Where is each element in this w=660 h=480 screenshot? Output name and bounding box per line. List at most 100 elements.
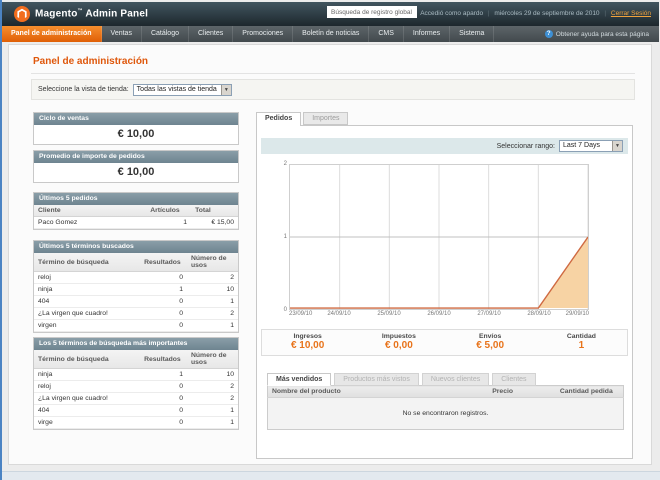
stat-label: Envíos xyxy=(478,333,502,340)
table-cell: ninja xyxy=(34,283,141,296)
table-cell: 1 xyxy=(140,283,187,296)
x-tick-label: 27/09/10 xyxy=(477,311,501,317)
table-row[interactable]: ¿La virgen que cuadro! 0 2 xyxy=(34,392,238,405)
table-cell: 0 xyxy=(140,404,187,417)
chevron-down-icon: ▼ xyxy=(220,84,231,95)
y-tick-label: 2 xyxy=(283,161,287,167)
table-row[interactable]: reloj 0 2 xyxy=(34,380,238,393)
column-header: Nombre del producto xyxy=(267,385,489,398)
table-cell: 1 xyxy=(186,295,238,308)
table-cell: 1 xyxy=(186,416,238,429)
table-cell: 0 xyxy=(140,271,187,284)
chevron-down-icon: ▼ xyxy=(612,141,622,151)
column-header: Cantidad pedida xyxy=(555,385,624,398)
last-orders-panel: Últimos 5 pedidos Cliente Artículos Total … xyxy=(33,192,239,230)
tab-nuevos-clientes[interactable]: Nuevos clientes xyxy=(421,373,490,386)
magento-admin-screen: Magento™ Admin Panel Accedió como apardo… xyxy=(0,0,660,480)
stat-impuestos: Impuestos € 0,00 xyxy=(353,330,444,355)
store-view-label: Seleccione la vista de tienda: xyxy=(38,86,129,93)
tab-productos-m-s-vistos[interactable]: Productos más vistos xyxy=(334,373,419,386)
x-tick-label: 25/09/10 xyxy=(377,311,401,317)
nav-item-sistema[interactable]: Sistema xyxy=(450,26,495,42)
nav-item-panel-de-administraci-n[interactable]: Panel de administración xyxy=(2,26,102,42)
column-header: Precio xyxy=(488,385,556,398)
table-cell: 0 xyxy=(140,319,187,332)
panel-title: Ciclo de ventas xyxy=(34,113,238,125)
help-link[interactable]: ? Obtener ayuda para esta página xyxy=(544,26,659,42)
nav-item-informes[interactable]: Informes xyxy=(404,26,451,42)
global-search-input[interactable] xyxy=(327,6,417,18)
tab-clientes[interactable]: Clientes xyxy=(492,373,536,386)
lifetime-sales-panel: Ciclo de ventas € 10,00 xyxy=(33,112,239,145)
nav-item-cat-logo[interactable]: Catálogo xyxy=(142,26,189,42)
table-cell: 1 xyxy=(186,404,238,417)
app-title: Magento™ Admin Panel xyxy=(35,8,149,20)
last-search-terms-panel: Últimos 5 términos buscados Término de b… xyxy=(33,240,239,333)
tab-importes[interactable]: Importes xyxy=(303,112,349,125)
stat-cantidad: Cantidad 1 xyxy=(536,330,627,355)
empty-row: No se encontraron registros. xyxy=(267,397,624,430)
table-cell: 2 xyxy=(186,271,238,284)
table-cell: ¿La virgen que cuadro! xyxy=(34,307,141,320)
table-cell: Paco Gomez xyxy=(34,216,147,229)
table-cell: 2 xyxy=(186,392,238,405)
table-cell: 10 xyxy=(186,368,238,381)
table-cell: 1 xyxy=(186,319,238,332)
table-cell: reloj xyxy=(34,271,141,284)
x-tick-label: 29/09/10 xyxy=(565,311,589,317)
stat-label: Impuestos xyxy=(381,333,416,340)
table-row[interactable]: Paco Gomez 1 € 15,00 xyxy=(34,216,238,229)
table-row[interactable]: virgen 0 1 xyxy=(34,319,238,332)
table-cell: 404 xyxy=(34,295,141,308)
average-orders-value: € 10,00 xyxy=(117,166,155,178)
stat-value: € 5,00 xyxy=(476,340,505,351)
table-cell: 1 xyxy=(140,368,187,381)
help-label: Obtener ayuda para esta página xyxy=(555,30,649,38)
table-row[interactable]: ¿La virgen que cuadro! 0 2 xyxy=(34,307,238,320)
products-table: Nombre del producto Precio Cantidad pedida… xyxy=(267,385,624,430)
logout-link[interactable]: Cerrar Sesión xyxy=(611,10,651,17)
table-row[interactable]: virge 0 1 xyxy=(34,416,238,429)
column-header: Término de búsqueda xyxy=(34,350,141,369)
column-header: Artículos xyxy=(146,205,192,217)
stat-value: € 0,00 xyxy=(384,340,413,351)
store-view-select[interactable]: Todas las vistas de tienda ▼ xyxy=(132,83,232,96)
table-cell: 0 xyxy=(140,392,187,405)
magento-logo-icon xyxy=(14,6,30,22)
table-cell: ninja xyxy=(34,368,141,381)
table-cell: 2 xyxy=(186,380,238,393)
stat-label: Cantidad xyxy=(566,333,596,340)
panel-title: Últimos 5 términos buscados xyxy=(34,241,238,253)
nav-item-bolet-n-de-noticias[interactable]: Boletín de noticias xyxy=(293,26,370,42)
tab-m-s-vendidos[interactable]: Más vendidos xyxy=(267,373,332,386)
range-select[interactable]: Last 7 Days ▼ xyxy=(559,140,623,152)
last-search-terms-table: Término de búsqueda Resultados Número de u… xyxy=(34,253,238,332)
table-cell: 0 xyxy=(140,295,187,308)
nav-item-promociones[interactable]: Promociones xyxy=(233,26,294,42)
header-user-info: Accedió como apardo | miércoles 29 de se… xyxy=(420,10,651,17)
tab-pedidos[interactable]: Pedidos xyxy=(256,112,302,126)
table-row[interactable]: ninja 1 10 xyxy=(34,368,238,381)
table-cell: 404 xyxy=(34,404,141,417)
table-cell: virgen xyxy=(34,319,141,332)
chart-x-axis: 23/09/10 24/09/10 25/09/10 26/09/10 27/09/10… xyxy=(289,311,589,319)
table-row[interactable]: 404 0 1 xyxy=(34,295,238,308)
y-tick-label: 0 xyxy=(283,307,287,313)
table-row[interactable]: ninja 1 10 xyxy=(34,283,238,296)
table-row[interactable]: 404 0 1 xyxy=(34,404,238,417)
range-bar: Seleccionar rango: Last 7 Days ▼ xyxy=(261,138,628,154)
table-cell: reloj xyxy=(34,380,141,393)
table-cell: ¿La virgen que cuadro! xyxy=(34,392,141,405)
totals-bar: Ingresos € 10,00 Impuestos € 0,00 Envíos € 5,… xyxy=(261,329,628,356)
nav-item-clientes[interactable]: Clientes xyxy=(189,26,234,42)
column-header: Número de usos xyxy=(186,253,238,272)
nav-item-ventas[interactable]: Ventas xyxy=(102,26,142,42)
chart-y-axis: 2 1 0 xyxy=(278,161,287,313)
nav-item-cms[interactable]: CMS xyxy=(369,26,404,42)
y-tick-label: 1 xyxy=(283,234,287,240)
page-title: Panel de administración xyxy=(33,56,149,67)
column-header: Número de usos xyxy=(186,350,238,369)
table-row[interactable]: reloj 0 2 xyxy=(34,271,238,284)
stat-label: Ingresos xyxy=(293,333,322,340)
window-edge-left xyxy=(0,0,2,480)
